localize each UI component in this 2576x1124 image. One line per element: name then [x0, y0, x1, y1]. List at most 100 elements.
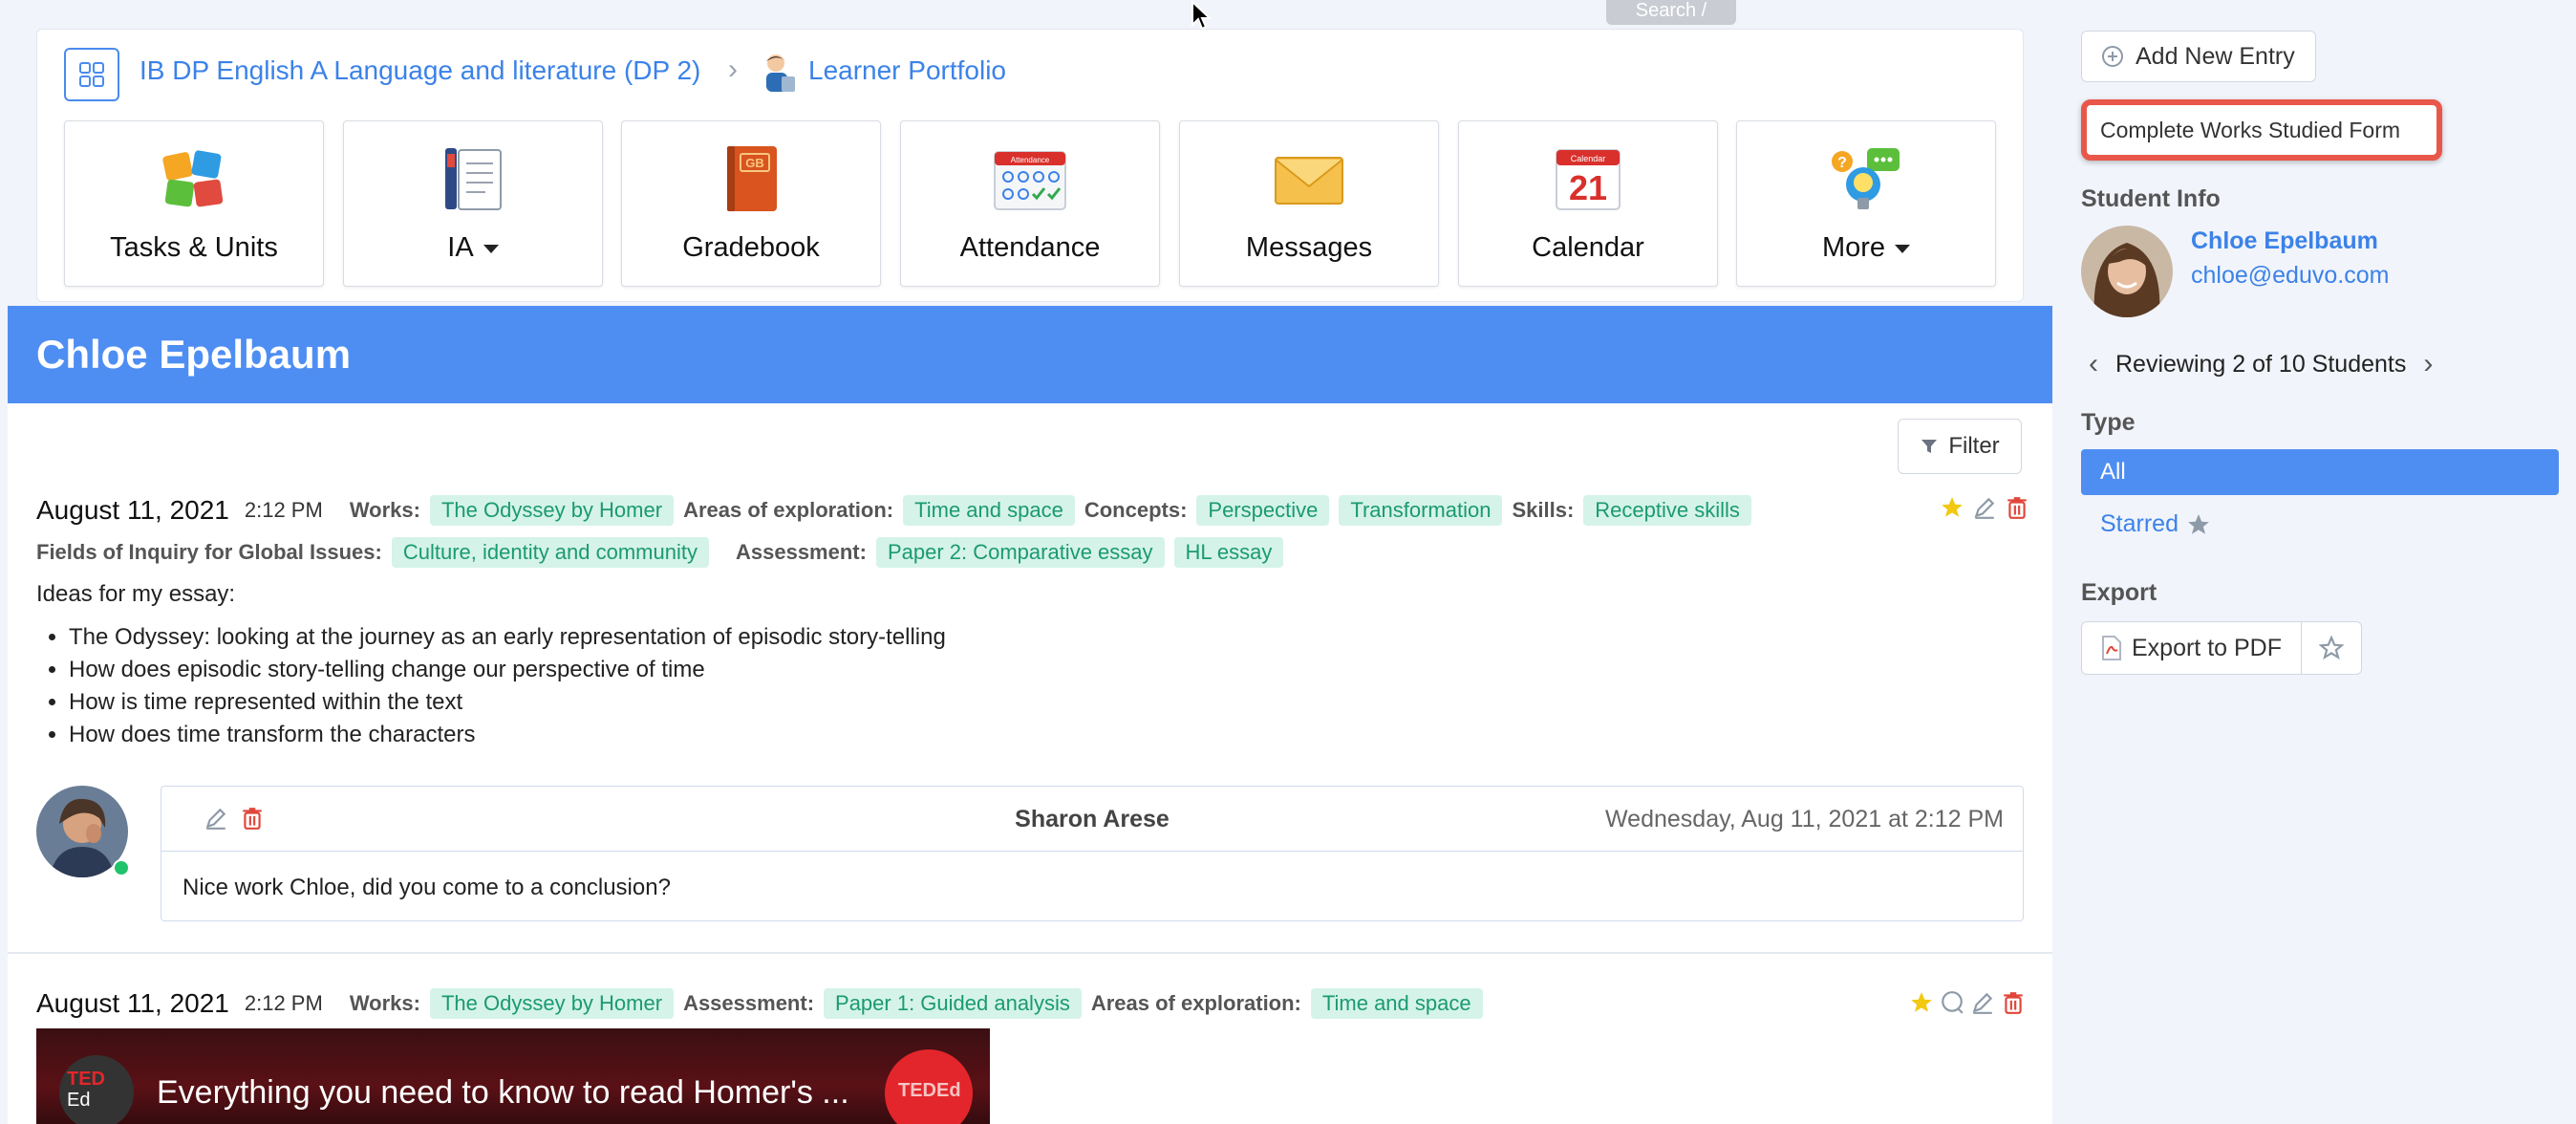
ia-documents-icon: [445, 148, 502, 210]
attendance-icon: Attendance: [994, 151, 1066, 210]
assessment-label: Assessment:: [683, 991, 815, 1015]
puzzle-icon: [162, 150, 224, 207]
export-pdf-label: Export to PDF: [2132, 634, 2282, 661]
tile-label: IA: [344, 232, 602, 264]
video-menu-icon[interactable]: TEDEd: [885, 1049, 973, 1124]
star-icon: [2188, 513, 2209, 534]
delete-trash-icon[interactable]: [2005, 495, 2029, 520]
student-name-link[interactable]: Chloe Epelbaum: [2191, 227, 2378, 255]
filter-icon: [1921, 440, 1938, 453]
filter-label: Filter: [1948, 433, 2000, 459]
online-status-dot: [113, 859, 130, 876]
comment-bubble-icon[interactable]: [1940, 990, 1964, 1015]
star-icon[interactable]: [1909, 990, 1934, 1015]
tag-field: Culture, identity and community: [391, 537, 709, 568]
list-item: How is time represented within the text: [69, 686, 946, 719]
breadcrumb-chevron-icon: ›: [728, 54, 738, 85]
list-item: The Odyssey: looking at the journey as a…: [69, 621, 946, 654]
entry-intro: Ideas for my essay:: [36, 581, 236, 607]
complete-form-label: Complete Works Studied Form: [2100, 117, 2401, 142]
tile-messages[interactable]: Messages: [1179, 120, 1439, 287]
type-filter-starred[interactable]: Starred: [2100, 510, 2211, 538]
comment-text: Nice work Chloe, did you come to a concl…: [182, 875, 671, 900]
student-banner: Chloe Epelbaum: [8, 306, 2052, 403]
areas-label: Areas of exploration:: [683, 498, 894, 522]
envelope-icon: [1275, 157, 1343, 205]
tile-gradebook[interactable]: GB Gradebook: [621, 120, 881, 287]
add-new-entry-label: Add New Entry: [2136, 42, 2295, 70]
chevron-left-icon[interactable]: ‹: [2089, 348, 2098, 380]
entry-divider: [8, 952, 2052, 954]
comment-date: Wednesday, Aug 11, 2021 at 2:12 PM: [1605, 806, 2004, 832]
svg-text:Calendar: Calendar: [1571, 154, 1606, 163]
filter-button[interactable]: Filter: [1898, 419, 2022, 474]
tag-concept: Transformation: [1339, 495, 1503, 526]
entry-time: 2:12 PM: [244, 991, 323, 1015]
edit-pencil-icon[interactable]: [1972, 495, 1997, 520]
entry-2-actions: [1909, 990, 2026, 1015]
student-avatar: [2081, 226, 2173, 317]
svg-text:21: 21: [1569, 168, 1607, 207]
video-title: Everything you need to know to read Home…: [157, 1074, 849, 1111]
tile-attendance[interactable]: Attendance Attendance: [900, 120, 1160, 287]
entry-date: August 11, 2021: [36, 495, 229, 525]
chevron-right-icon[interactable]: ›: [2423, 348, 2433, 380]
assessment-label: Assessment:: [735, 540, 867, 564]
tag-area: Time and space: [1310, 988, 1483, 1019]
entry-time: 2:12 PM: [244, 498, 323, 522]
entry-bullet-list: The Odyssey: looking at the journey as a…: [36, 621, 946, 751]
plus-circle-icon: [2102, 46, 2123, 67]
reviewing-label: Reviewing 2 of 10 Students: [2115, 350, 2407, 378]
tag-concept: Perspective: [1196, 495, 1330, 526]
tag-assessment: Paper 2: Comparative essay: [875, 537, 1165, 568]
pdf-file-icon: [2102, 636, 2121, 660]
tag-area: Time and space: [903, 495, 1075, 526]
chevron-down-icon: [483, 244, 499, 253]
tile-label: Messages: [1245, 232, 1373, 263]
tile-more[interactable]: ? More: [1736, 120, 1996, 287]
concepts-label: Concepts:: [1084, 498, 1188, 522]
tile-label: Attendance: [959, 232, 1101, 263]
comment-card: Sharon Arese Wednesday, Aug 11, 2021 at …: [161, 786, 2024, 921]
mouse-cursor-icon: [1191, 0, 1213, 31]
add-new-entry-button[interactable]: Add New Entry: [2081, 31, 2316, 82]
breadcrumb-current-page[interactable]: Learner Portfolio: [808, 55, 1006, 86]
tag-work: The Odyssey by Homer: [429, 988, 675, 1019]
export-pdf-button[interactable]: Export to PDF: [2081, 621, 2302, 675]
export-starred-button[interactable]: [2302, 621, 2362, 675]
apps-grid-button[interactable]: [64, 48, 119, 101]
video-embed[interactable]: TED Ed Everything you need to know to re…: [36, 1028, 990, 1124]
works-label: Works:: [349, 498, 420, 522]
gradebook-icon: GB: [727, 146, 777, 211]
list-item: How does episodic story-telling change o…: [69, 654, 946, 686]
breadcrumb-course-link[interactable]: IB DP English A Language and literature …: [140, 55, 700, 86]
type-heading: Type: [2081, 409, 2136, 436]
svg-text:Attendance: Attendance: [1011, 156, 1050, 164]
fields-label: Fields of Inquiry for Global Issues:: [36, 540, 382, 564]
areas-label: Areas of exploration:: [1090, 991, 1301, 1015]
learner-portfolio-icon: [766, 54, 795, 92]
complete-works-studied-form-button[interactable]: Complete Works Studied Form: [2081, 99, 2442, 161]
svg-text:?: ?: [1837, 155, 1847, 171]
reviewing-navigator: ‹ Reviewing 2 of 10 Students ›: [2089, 348, 2433, 380]
edit-pencil-icon[interactable]: [1970, 990, 1995, 1015]
tile-ia[interactable]: IA: [343, 120, 603, 287]
comment-header: Sharon Arese Wednesday, Aug 11, 2021 at …: [161, 787, 2023, 852]
more-ideas-icon: ?: [1832, 148, 1900, 209]
export-button-group: Export to PDF: [2081, 621, 2362, 675]
tile-tasks-units[interactable]: Tasks & Units: [64, 120, 324, 287]
entry-1-meta-row: August 11, 2021 2:12 PM Works: The Odyss…: [36, 495, 1751, 526]
star-icon[interactable]: [1940, 495, 1964, 520]
tile-calendar[interactable]: Calendar 21 Calendar: [1458, 120, 1718, 287]
grid-icon: [79, 62, 104, 87]
student-email-link[interactable]: chloe@eduvo.com: [2191, 262, 2389, 290]
works-label: Works:: [349, 991, 420, 1015]
entry-date: August 11, 2021: [36, 988, 229, 1018]
entry-1-meta-row-2: Fields of Inquiry for Global Issues: Cul…: [36, 537, 1284, 568]
type-filter-all[interactable]: All: [2081, 449, 2559, 495]
tag-assessment: Paper 1: Guided analysis: [824, 988, 1082, 1019]
export-heading: Export: [2081, 579, 2157, 606]
student-info-heading: Student Info: [2081, 185, 2221, 212]
delete-trash-icon[interactable]: [2001, 990, 2026, 1015]
search-hint[interactable]: Search /: [1606, 0, 1736, 25]
